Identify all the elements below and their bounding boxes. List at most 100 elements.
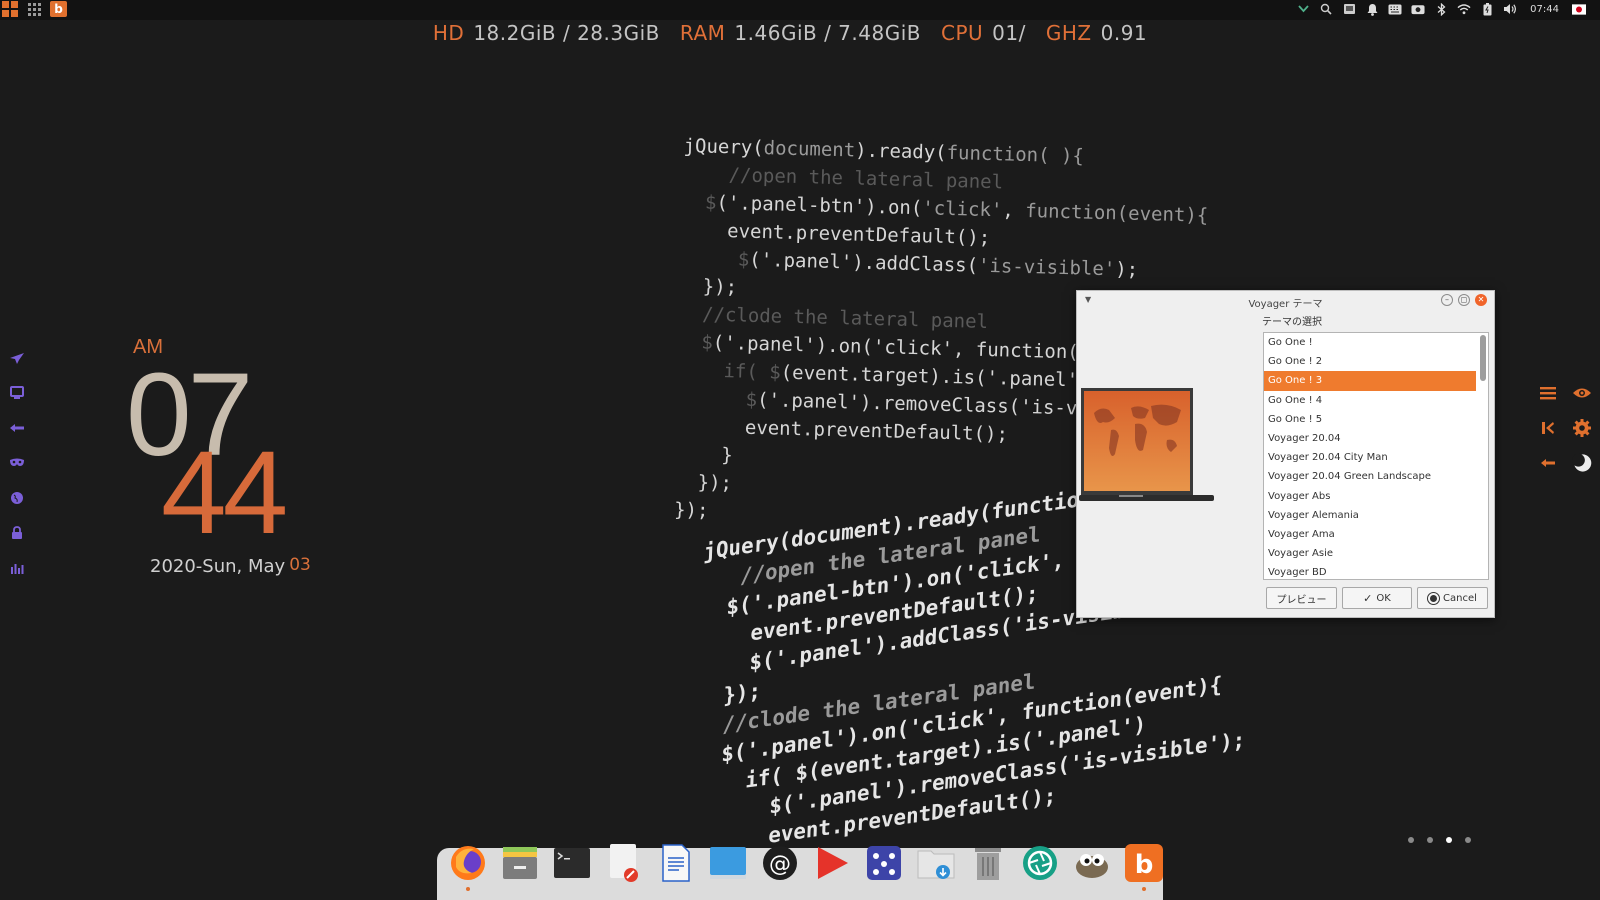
battery-icon[interactable] (1480, 2, 1494, 16)
wifi-icon[interactable] (1457, 2, 1471, 16)
top-panel: b 07:44 (0, 0, 1600, 20)
ok-button[interactable]: ✓ OK (1342, 587, 1412, 609)
menu-lines-icon[interactable] (1538, 383, 1558, 403)
firefox-icon[interactable] (445, 840, 491, 891)
lock-icon[interactable] (8, 524, 26, 541)
terminal-icon[interactable] (549, 840, 595, 886)
page-indicator (1408, 837, 1471, 843)
date-day: 03 (289, 555, 311, 575)
downloads-folder-icon[interactable] (913, 840, 959, 886)
page-dot-active[interactable] (1446, 837, 1452, 843)
clock-widget: AM 07 44 2020-Sun, May 03 (126, 334, 346, 594)
arrow-left-icon[interactable] (8, 419, 26, 436)
ghz-label: GHZ (1045, 21, 1092, 45)
theme-option-selected[interactable]: Go One ! 3 (1264, 371, 1476, 391)
volume-icon[interactable] (1503, 2, 1517, 16)
gear-icon[interactable] (1572, 418, 1592, 438)
eye-icon[interactable] (1572, 383, 1592, 403)
ram-value: 1.46GiB / 7.48GiB (734, 21, 921, 45)
cpu-label: CPU (941, 21, 984, 45)
left-dock (8, 349, 26, 576)
scrollbar-thumb[interactable] (1480, 335, 1486, 381)
hd-label: HD (432, 21, 465, 45)
running-indicator (1142, 887, 1146, 891)
notification-bell-icon[interactable] (1365, 2, 1379, 16)
airplane-icon[interactable] (8, 349, 26, 366)
date-text: 2020-Sun, May (150, 556, 286, 577)
dialog-titlebar[interactable]: ▼ Voyager テーマ – ◻ ✕ (1077, 291, 1494, 311)
running-indicator (466, 887, 470, 891)
theme-option[interactable]: Voyager Asie (1264, 544, 1476, 563)
menu-logo-icon[interactable] (2, 1, 18, 17)
theme-option[interactable]: Voyager 20.04 City Man (1264, 448, 1476, 467)
right-dock (1538, 383, 1594, 473)
theme-dialog: ▼ Voyager テーマ – ◻ ✕ テーマの選択 Go One ! Go O… (1076, 290, 1495, 618)
moon-icon[interactable] (1572, 453, 1592, 473)
brand-b-icon[interactable]: b (1121, 840, 1167, 891)
cancel-icon (1428, 592, 1440, 604)
japan-flag-icon[interactable] (1572, 2, 1586, 16)
theme-list[interactable]: Go One ! Go One ! 2 Go One ! 3 Go One ! … (1263, 332, 1489, 580)
ghz-value: 0.91 (1100, 21, 1148, 45)
mail-client-icon[interactable]: @ (757, 840, 803, 886)
cancel-button[interactable]: Cancel (1417, 587, 1488, 609)
hd-value: 18.2GiB / 28.3GiB (473, 21, 660, 45)
theme-option[interactable]: Voyager 20.04 Green Landscape (1264, 467, 1476, 486)
ok-button-label: OK (1376, 592, 1391, 604)
mask-icon[interactable] (8, 454, 26, 471)
preview-button[interactable]: プレビュー (1266, 587, 1337, 609)
text-editor-icon[interactable] (601, 840, 647, 886)
dialog-title: Voyager テーマ (1248, 299, 1323, 310)
file-manager-icon[interactable] (497, 840, 543, 886)
camera-shutter-icon[interactable] (1017, 840, 1063, 886)
arrow-left-icon[interactable] (1538, 453, 1558, 473)
page-dot[interactable] (1408, 837, 1414, 843)
theme-option[interactable]: Voyager Abs (1264, 487, 1476, 506)
media-player-icon[interactable] (809, 840, 855, 886)
svg-text:b: b (1135, 850, 1154, 880)
theme-option[interactable]: Go One ! 5 (1264, 410, 1476, 429)
apps-grid-icon[interactable] (26, 1, 42, 17)
panel-clock[interactable]: 07:44 (1526, 4, 1563, 15)
skip-back-icon[interactable] (1538, 418, 1558, 438)
close-button[interactable]: ✕ (1475, 294, 1487, 306)
svg-text:@: @ (769, 852, 791, 877)
bluetooth-icon[interactable] (1434, 2, 1448, 16)
monitor-icon[interactable] (8, 384, 26, 401)
page-dot[interactable] (1465, 837, 1471, 843)
clipboard-icon[interactable] (1342, 2, 1356, 16)
date-line: 2020-Sun, May 03 (150, 555, 311, 577)
gimp-icon[interactable] (1069, 840, 1115, 886)
theme-option[interactable]: Voyager BD (1264, 563, 1476, 579)
theme-option[interactable]: Go One ! 2 (1264, 352, 1476, 371)
maximize-button[interactable]: ◻ (1458, 294, 1470, 306)
cpu-value: 01/ (992, 21, 1026, 45)
theme-option[interactable]: Go One ! 4 (1264, 391, 1476, 410)
theme-option[interactable]: Voyager Alemania (1264, 506, 1476, 525)
system-stats-bar: HD 18.2GiB / 28.3GiB RAM 1.46GiB / 7.48GiB C… (0, 21, 1600, 45)
stats-icon[interactable] (8, 559, 26, 576)
chevron-down-icon[interactable] (1296, 2, 1310, 16)
theme-select-label: テーマの選択 (1262, 317, 1322, 328)
theme-option[interactable]: Voyager 20.04 (1264, 429, 1476, 448)
search-icon[interactable] (1319, 2, 1333, 16)
ram-label: RAM (679, 21, 726, 45)
theme-option[interactable]: Voyager Ama (1264, 525, 1476, 544)
keyboard-icon[interactable] (1388, 2, 1402, 16)
desktop-icon[interactable] (705, 840, 751, 886)
theme-preview-image (1079, 388, 1214, 506)
theme-list-scrollbar[interactable] (1480, 335, 1486, 579)
theme-option[interactable]: Go One ! (1264, 333, 1476, 352)
preview-button-label: プレビュー (1276, 594, 1327, 606)
clock-minutes: 44 (161, 427, 288, 559)
brand-launcher-button[interactable]: b (50, 1, 67, 17)
globe-icon[interactable] (8, 489, 26, 506)
dice-game-icon[interactable] (861, 840, 907, 886)
minimize-button[interactable]: – (1441, 294, 1453, 306)
page-dot[interactable] (1427, 837, 1433, 843)
check-icon: ✓ (1363, 591, 1373, 605)
cancel-button-label: Cancel (1443, 592, 1477, 604)
screenshot-icon[interactable] (1411, 2, 1425, 16)
trash-icon[interactable] (965, 840, 1011, 886)
writer-document-icon[interactable] (653, 840, 699, 886)
